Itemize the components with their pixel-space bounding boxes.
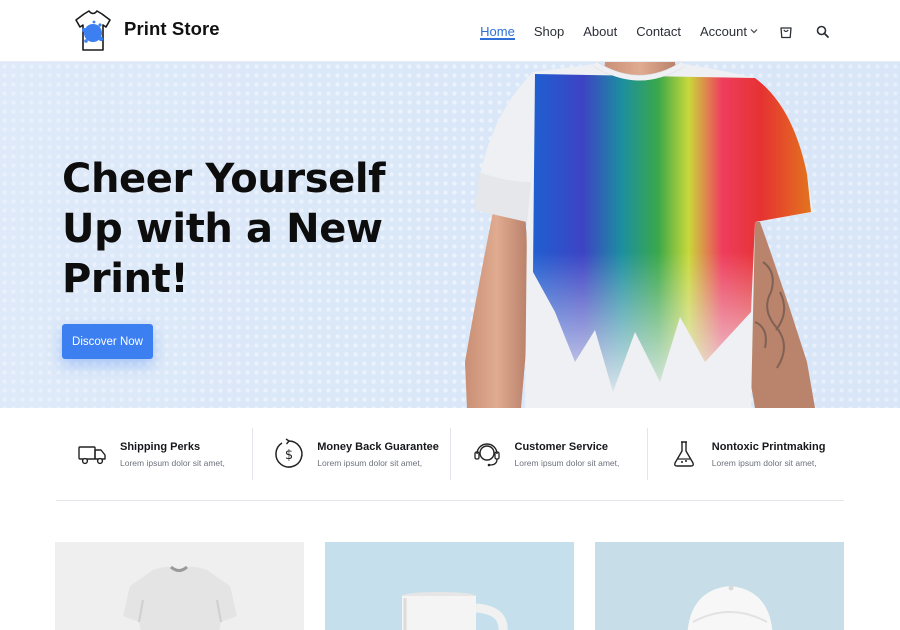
discover-now-button[interactable]: Discover Now: [62, 324, 153, 359]
site-header: Print Store Home Shop About Contact Acco…: [0, 0, 900, 62]
nav-account[interactable]: Account: [700, 0, 758, 62]
nav-shop[interactable]: Shop: [534, 0, 564, 62]
feature-subtitle: Lorem ipsum dolor sit amet,: [514, 457, 620, 468]
money-back-icon: $: [273, 438, 305, 470]
flask-icon: [668, 438, 700, 470]
feature-title: Money Back Guarantee: [317, 440, 439, 453]
feature-title: Customer Service: [514, 440, 609, 453]
svg-text:$: $: [285, 448, 293, 463]
features-strip: Shipping Perks Lorem ipsum dolor sit ame…: [56, 428, 844, 480]
hero-model-image: [455, 62, 835, 408]
nav-account-label: Account: [700, 23, 747, 39]
feature-title: Nontoxic Printmaking: [711, 440, 826, 453]
feature-shipping: Shipping Perks Lorem ipsum dolor sit ame…: [56, 428, 252, 480]
tshirt-logo-icon[interactable]: [70, 8, 116, 54]
nav-home[interactable]: Home: [480, 0, 515, 62]
mug-product-image: [402, 592, 508, 630]
feature-subtitle: Lorem ipsum dolor sit amet,: [120, 457, 225, 468]
product-card-cap[interactable]: [595, 542, 844, 630]
feature-customer-service: Customer Service Lorem ipsum dolor sit a…: [449, 428, 647, 480]
chevron-down-icon: [750, 26, 758, 36]
tshirt-product-image: [123, 565, 237, 630]
hero-title: Cheer Yourself Up with a New Print!: [62, 156, 386, 302]
product-card-tshirt[interactable]: [55, 542, 304, 630]
brand-name[interactable]: Print Store: [124, 18, 220, 40]
section-divider: [56, 500, 844, 501]
headset-icon: [471, 438, 503, 470]
cart-icon[interactable]: [778, 23, 794, 39]
hero-banner: Cheer Yourself Up with a New Print! Disc…: [0, 62, 900, 408]
main-nav: Home Shop About Contact Account: [461, 0, 830, 62]
nav-contact[interactable]: Contact: [636, 0, 681, 62]
truck-icon: [76, 438, 108, 470]
product-card-mug[interactable]: [325, 542, 574, 630]
feature-subtitle: Lorem ipsum dolor sit amet,: [317, 457, 423, 468]
feature-title: Shipping Perks: [120, 440, 201, 453]
product-grid: [55, 542, 845, 630]
nav-about[interactable]: About: [583, 0, 617, 62]
feature-money-back: $ Money Back Guarantee Lorem ipsum dolor…: [252, 428, 449, 480]
feature-subtitle: Lorem ipsum dolor sit amet,: [711, 457, 817, 468]
search-icon[interactable]: [814, 23, 830, 39]
cap-product-image: [687, 585, 773, 630]
feature-nontoxic: Nontoxic Printmaking Lorem ipsum dolor s…: [646, 428, 844, 480]
